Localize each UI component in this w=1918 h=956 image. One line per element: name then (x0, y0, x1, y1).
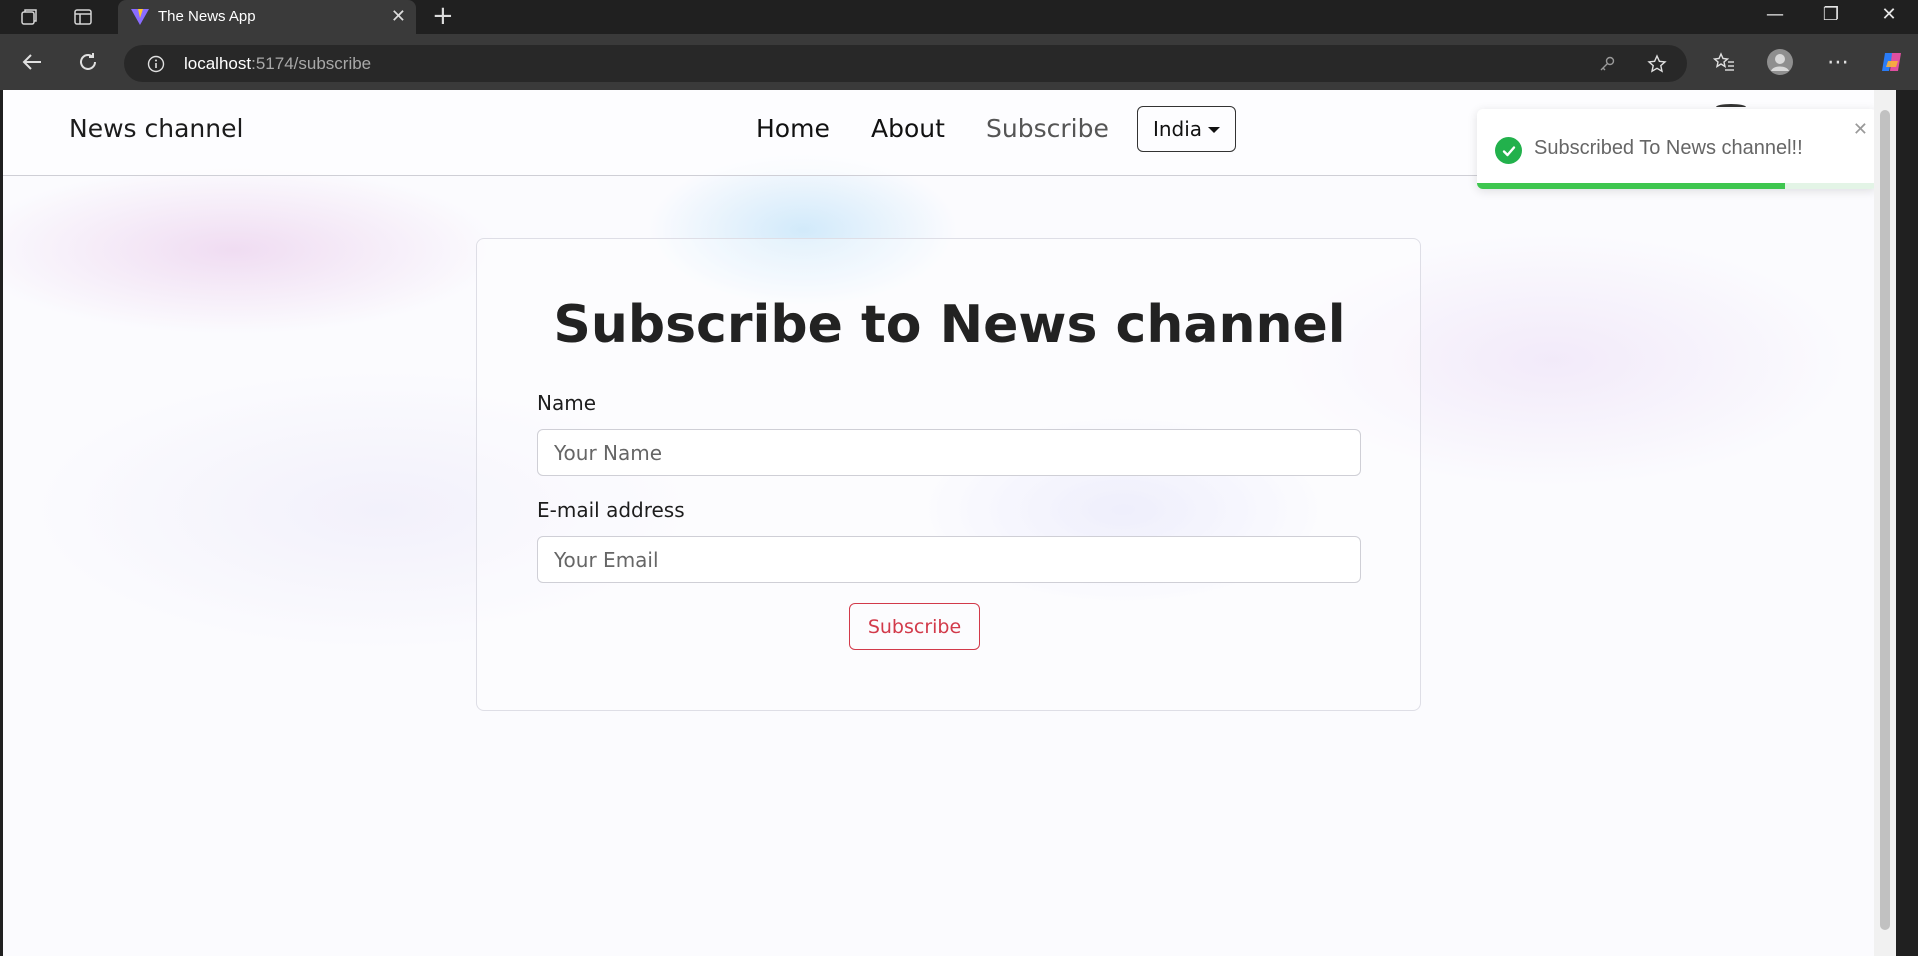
profile-avatar-icon[interactable] (1766, 48, 1794, 76)
browser-toolbar: localhost:5174/subscribe ⋯ (0, 34, 1918, 90)
email-field[interactable] (537, 536, 1361, 583)
subscribe-form-card: Subscribe to News channel Name E-mail ad… (476, 238, 1421, 711)
scrollbar-thumb[interactable] (1880, 110, 1890, 930)
restore-icon[interactable]: ❐ (1816, 4, 1846, 25)
page-title: Subscribe to News channel (553, 295, 1346, 355)
workspaces-icon[interactable] (18, 7, 40, 27)
country-dropdown-label: India (1152, 117, 1203, 141)
nav-link-subscribe[interactable]: Subscribe (986, 114, 1109, 143)
minimize-icon[interactable]: — (1760, 4, 1790, 25)
chevron-down-icon (1208, 127, 1221, 133)
browser-tab-strip: The News App ✕ + — ❐ ✕ (0, 0, 1918, 34)
vite-favicon-icon (130, 8, 150, 30)
favorite-star-icon[interactable] (1646, 53, 1668, 75)
more-options-icon[interactable]: ⋯ (1826, 50, 1850, 75)
name-label: Name (537, 391, 597, 415)
back-icon[interactable] (20, 50, 44, 74)
nav-link-home[interactable]: Home (756, 114, 830, 143)
vertical-scrollbar[interactable] (1874, 90, 1896, 956)
toast-progress-track (1477, 183, 1877, 189)
subscribe-button[interactable]: Subscribe (849, 603, 980, 650)
window-close-icon[interactable]: ✕ (1874, 4, 1904, 25)
name-field[interactable] (537, 429, 1361, 476)
url-text: localhost:5174/subscribe (184, 54, 372, 73)
new-tab-icon[interactable]: + (432, 3, 454, 29)
active-tab[interactable]: The News App ✕ (118, 0, 416, 34)
toast-progress-bar (1477, 183, 1785, 189)
tab-actions-icon[interactable] (72, 7, 94, 27)
copilot-icon[interactable] (1878, 48, 1906, 76)
favorites-icon[interactable] (1712, 50, 1736, 74)
toast-message: Subscribed To News channel!! (1534, 137, 1803, 159)
reload-icon[interactable] (76, 50, 100, 74)
nav-link-about[interactable]: About (871, 114, 945, 143)
toast-close-icon[interactable]: ✕ (1853, 119, 1868, 140)
brand-logo-text[interactable]: News channel (69, 114, 243, 143)
tab-close-icon[interactable]: ✕ (391, 6, 406, 27)
address-bar[interactable]: localhost:5174/subscribe (124, 45, 1687, 82)
password-key-icon[interactable] (1597, 54, 1617, 74)
email-label: E-mail address (537, 498, 685, 522)
site-info-icon[interactable] (146, 54, 166, 74)
tab-title: The News App (158, 8, 256, 25)
country-dropdown-button[interactable]: India (1137, 106, 1236, 152)
page-viewport: News channel Home About Subscribe India … (3, 90, 1896, 956)
check-circle-icon (1495, 137, 1522, 164)
success-toast: Subscribed To News channel!! ✕ (1477, 109, 1877, 189)
